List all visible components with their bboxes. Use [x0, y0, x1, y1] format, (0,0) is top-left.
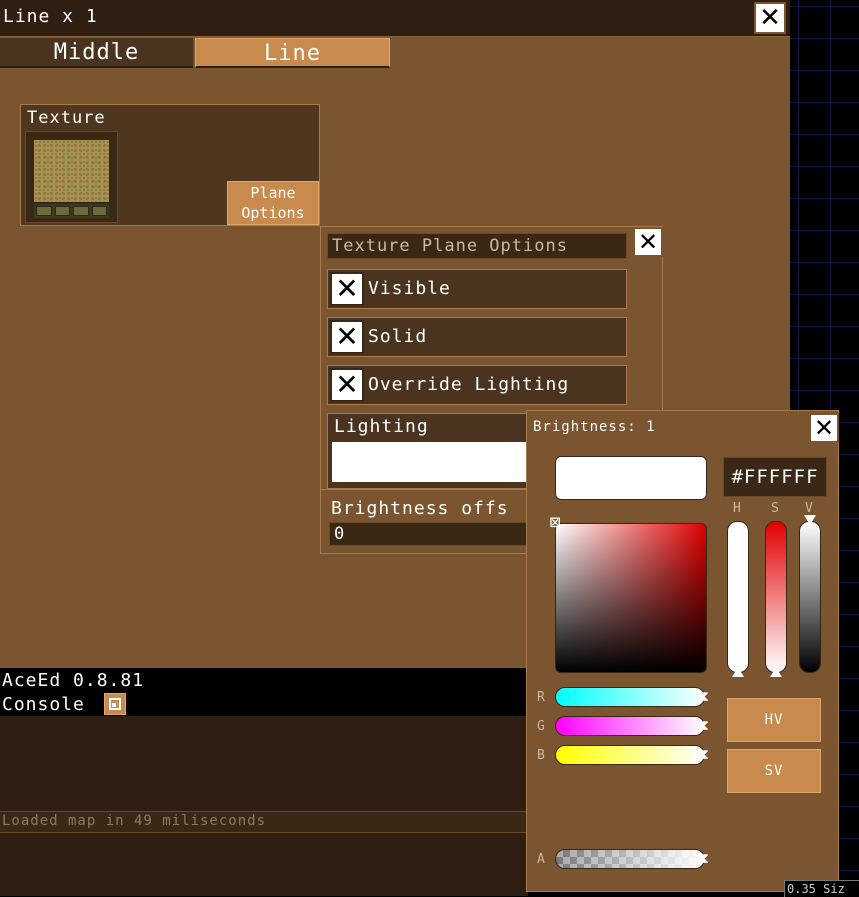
- red-slider[interactable]: [555, 687, 705, 707]
- texture-label: Texture: [27, 108, 106, 128]
- tab-line[interactable]: Line: [195, 38, 390, 68]
- console-toggle-button[interactable]: [104, 693, 126, 715]
- texture-panel: Texture Plane Options: [20, 104, 320, 226]
- value-axis-label: V: [805, 501, 813, 516]
- override-lighting-checkbox-row[interactable]: ✕ Override Lighting: [327, 365, 627, 405]
- override-lighting-label: Override Lighting: [368, 374, 570, 395]
- check-x-icon: ✕: [335, 320, 359, 353]
- brightness-offset-label: Brightness offs: [331, 498, 509, 519]
- tab-middle[interactable]: Middle: [0, 38, 193, 68]
- texture-thumbnail[interactable]: [25, 131, 118, 223]
- solid-label: Solid: [368, 326, 428, 347]
- red-channel-label: R: [537, 690, 545, 705]
- texture-image: [34, 140, 109, 202]
- color-picker-close-button[interactable]: ✕: [809, 413, 839, 443]
- window-titlebar[interactable]: Line x 1 ✕: [0, 0, 790, 37]
- hue-axis-label: H: [733, 501, 741, 516]
- console-body[interactable]: Loaded map in 49 miliseconds: [0, 716, 528, 896]
- lighting-label: Lighting: [334, 416, 429, 437]
- texture-variant-strip: [34, 204, 109, 218]
- alpha-handle-icon[interactable]: ⧗: [699, 847, 709, 871]
- visible-checkbox-row[interactable]: ✕ Visible: [327, 269, 627, 309]
- close-icon: ✕: [813, 414, 835, 442]
- solid-checkbox[interactable]: ✕: [330, 320, 364, 354]
- window-close-button[interactable]: ✕: [754, 2, 786, 34]
- texture-variant: [36, 206, 52, 216]
- dialog-title: Texture Plane Options: [332, 236, 568, 256]
- check-x-icon: ✕: [335, 368, 359, 401]
- check-x-icon: ✕: [335, 272, 359, 305]
- texture-variant: [73, 206, 89, 216]
- close-icon: ✕: [637, 228, 659, 256]
- hue-handle-icon[interactable]: [732, 667, 744, 677]
- override-lighting-checkbox[interactable]: ✕: [330, 368, 364, 402]
- texture-variant: [54, 206, 70, 216]
- window-title: Line x 1: [3, 6, 98, 27]
- color-picker-title: Brightness: 1: [533, 419, 656, 435]
- color-preview-swatch: [555, 456, 707, 500]
- close-icon: ✕: [759, 3, 781, 33]
- dialog-close-button[interactable]: ✕: [633, 227, 663, 257]
- green-slider[interactable]: [555, 716, 705, 736]
- value-slider[interactable]: [799, 521, 821, 673]
- app-version: AceEd 0.8.81: [2, 670, 145, 691]
- plane-options-button[interactable]: Plane Options: [227, 181, 319, 225]
- sv-mode-button[interactable]: SV: [727, 749, 821, 793]
- green-handle-icon[interactable]: ⧗: [699, 714, 709, 738]
- dialog-titlebar[interactable]: Texture Plane Options: [327, 233, 627, 259]
- alpha-channel-label: A: [537, 852, 545, 867]
- saturation-axis-label: S: [771, 501, 779, 516]
- blue-channel-label: B: [537, 748, 545, 763]
- console-log-text: Loaded map in 49 miliseconds: [2, 813, 267, 829]
- brightness-offset-group: Brightness offs 0: [321, 489, 561, 552]
- hue-slider[interactable]: [727, 521, 749, 673]
- alpha-slider[interactable]: [555, 849, 705, 869]
- console-log-line: Loaded map in 49 miliseconds: [0, 811, 528, 833]
- status-bar-fragment: 0.35 Siz: [784, 880, 859, 897]
- visible-label: Visible: [368, 278, 451, 299]
- saturation-slider[interactable]: [765, 521, 787, 673]
- visible-checkbox[interactable]: ✕: [330, 272, 364, 306]
- blue-slider[interactable]: [555, 745, 705, 765]
- window-icon: [109, 698, 121, 710]
- texture-variant: [91, 206, 107, 216]
- sv-cursor-icon[interactable]: ⊠: [545, 513, 565, 533]
- hv-mode-button[interactable]: HV: [727, 698, 821, 742]
- red-handle-icon[interactable]: ⧗: [699, 685, 709, 709]
- solid-checkbox-row[interactable]: ✕ Solid: [327, 317, 627, 357]
- color-picker-dialog: Brightness: 1 ✕ #FFFFFF ⊠ H S V R G B A …: [526, 410, 839, 892]
- saturation-handle-icon[interactable]: [770, 667, 782, 677]
- green-channel-label: G: [537, 719, 545, 734]
- tab-bar: Middle Line: [0, 36, 790, 70]
- hex-color-input[interactable]: #FFFFFF: [723, 457, 827, 497]
- value-handle-icon[interactable]: [804, 515, 816, 525]
- saturation-value-field[interactable]: [555, 523, 707, 673]
- blue-handle-icon[interactable]: ⧗: [699, 743, 709, 767]
- console-label: Console: [2, 694, 85, 715]
